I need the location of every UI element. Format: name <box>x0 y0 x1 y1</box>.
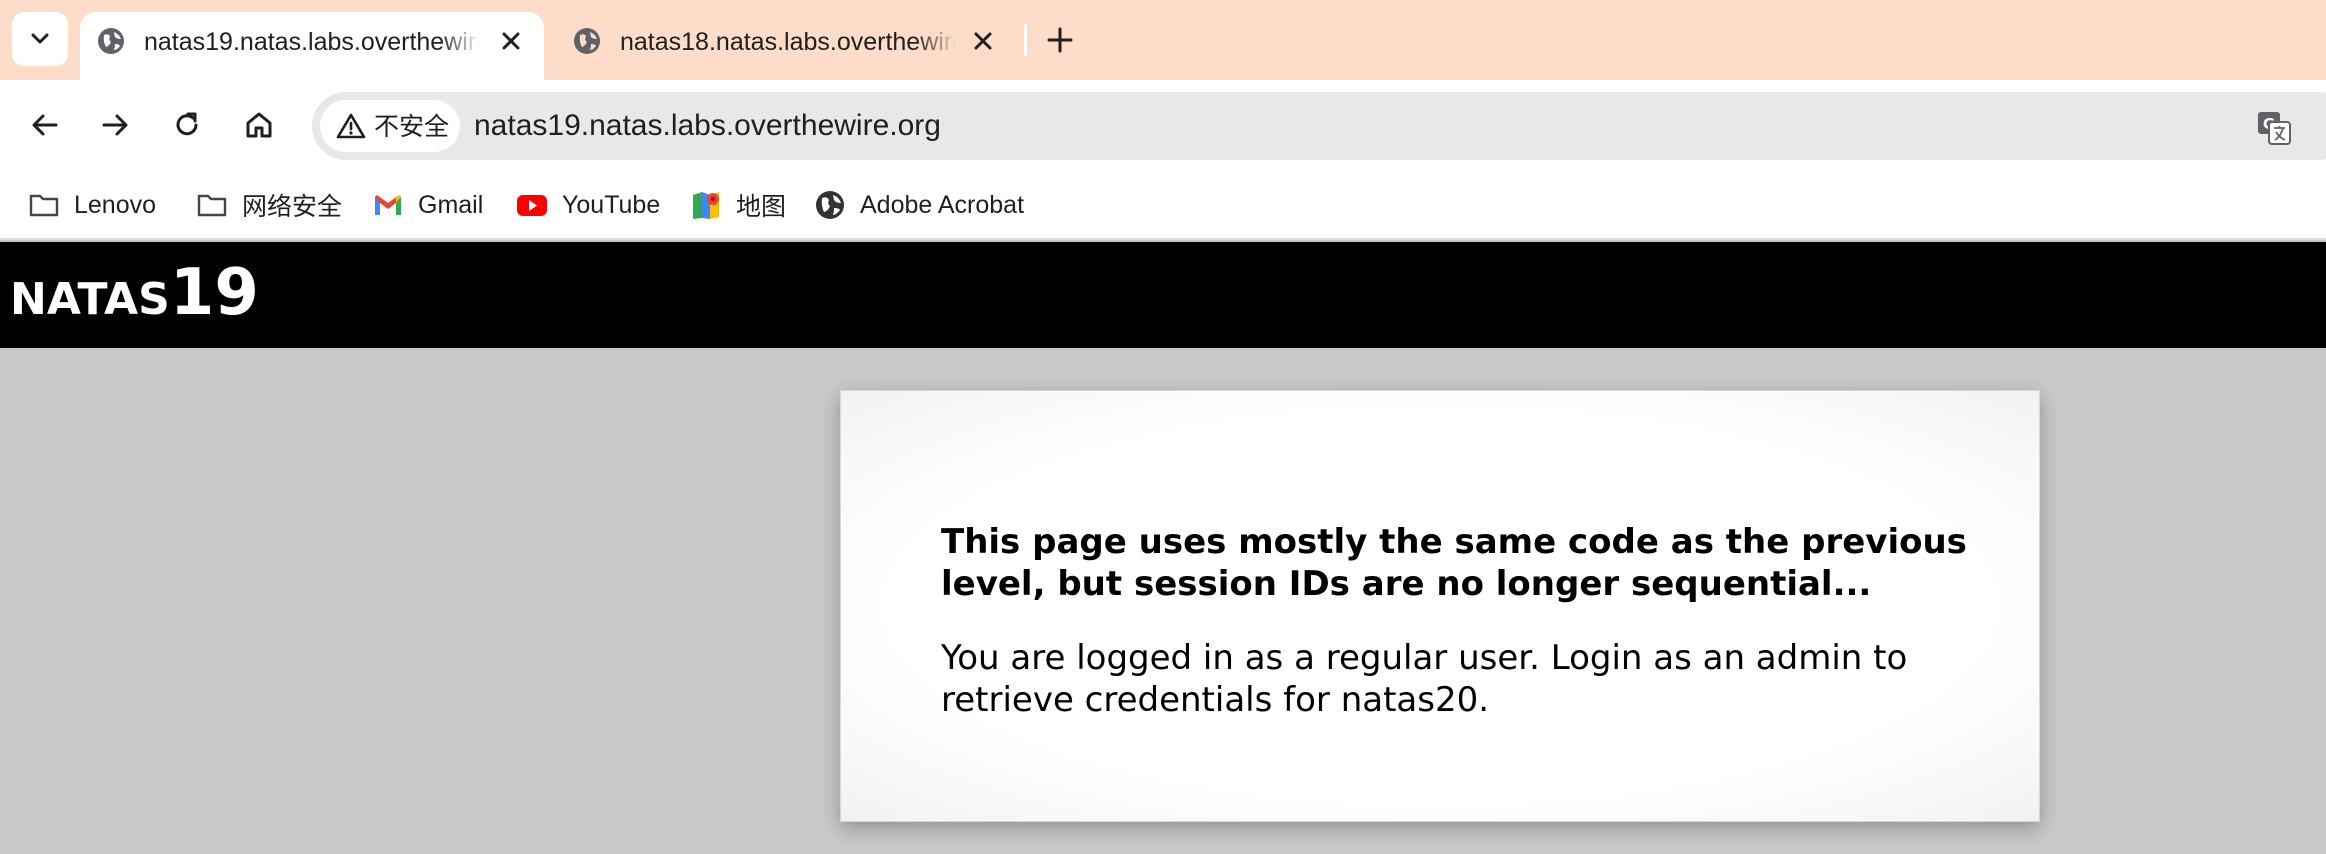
new-tab-button[interactable] <box>1040 18 1080 62</box>
plus-icon <box>1047 27 1073 53</box>
globe-icon <box>98 28 124 54</box>
close-icon[interactable] <box>498 28 524 54</box>
globe-icon <box>574 28 600 54</box>
tab-natas18[interactable]: natas18.natas.labs.overthewire.org <box>556 12 1016 80</box>
home-icon <box>246 112 272 138</box>
tab-search-button[interactable] <box>12 12 68 66</box>
folder-icon <box>197 194 227 217</box>
bookmark-network-security[interactable]: 网络安全 <box>196 182 342 228</box>
bookmark-label: Lenovo <box>74 190 157 219</box>
login-status-message: You are logged in as a regular user. Log… <box>941 638 1908 720</box>
youtube-icon <box>517 195 547 216</box>
folder-icon <box>29 194 59 217</box>
tab-title: natas18.natas.labs.overthewire.org <box>620 28 956 56</box>
bookmarks-bar: Lenovo 网络安全 Gmail YouTube 地图 Adobe Acrob… <box>0 172 2326 240</box>
globe-icon <box>816 191 844 219</box>
site-header: NATAS19 <box>0 242 2326 348</box>
site-logo: NATAS19 <box>10 256 259 330</box>
tab-title: natas19.natas.labs.overthewire.org <box>144 28 480 56</box>
home-button[interactable] <box>236 102 282 148</box>
chevron-down-icon <box>31 33 49 44</box>
reload-button[interactable] <box>164 102 210 148</box>
bookmark-label: 地图 <box>736 192 787 221</box>
tab-separator <box>1024 24 1027 56</box>
translate-icon[interactable]: G <box>2256 110 2292 146</box>
logo-level-number: 19 <box>169 256 259 330</box>
security-label: 不安全 <box>374 112 450 141</box>
forward-button[interactable] <box>92 102 138 148</box>
url-text[interactable]: natas19.natas.labs.overthewire.org <box>474 106 941 146</box>
bookmark-label: 网络安全 <box>242 192 343 221</box>
close-icon[interactable] <box>970 28 996 54</box>
arrow-right-icon <box>102 114 128 136</box>
bookmark-label: Gmail <box>418 190 484 219</box>
bookmark-label: Adobe Acrobat <box>860 190 1025 219</box>
bookmark-lenovo[interactable]: Lenovo <box>28 182 156 228</box>
bookmark-maps[interactable]: 地图 <box>690 182 786 228</box>
arrow-left-icon <box>32 114 58 136</box>
bookmark-youtube[interactable]: YouTube <box>516 182 660 228</box>
reload-icon <box>176 112 198 136</box>
bookmark-gmail[interactable]: Gmail <box>372 182 483 228</box>
gmail-icon <box>375 195 401 215</box>
bookmark-label: YouTube <box>562 190 661 219</box>
content-panel: This page uses mostly the same code as t… <box>840 390 2040 822</box>
tab-strip: natas19.natas.labs.overthewire.org natas… <box>0 0 2326 80</box>
maps-icon <box>693 192 719 219</box>
address-bar[interactable]: 不安全 natas19.natas.labs.overthewire.org <box>312 92 2326 160</box>
warning-icon <box>336 113 366 139</box>
security-indicator[interactable]: 不安全 <box>320 100 460 152</box>
back-button[interactable] <box>22 102 68 148</box>
bookmark-adobe-acrobat[interactable]: Adobe Acrobat <box>814 182 1024 228</box>
browser-toolbar: 不安全 natas19.natas.labs.overthewire.org G <box>0 80 2326 172</box>
tab-natas19[interactable]: natas19.natas.labs.overthewire.org <box>80 12 544 80</box>
level-description: This page uses mostly the same code as t… <box>941 522 1967 604</box>
logo-prefix: NATAS <box>10 274 170 325</box>
